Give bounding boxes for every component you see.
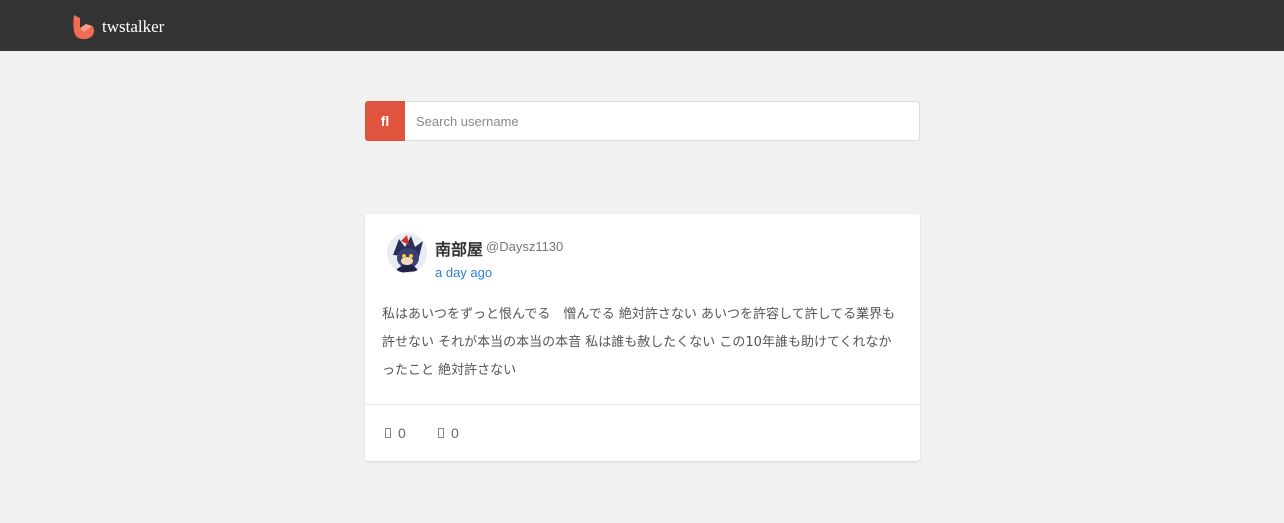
search-input[interactable] [405, 101, 920, 141]
search-bar: fl [365, 101, 920, 141]
display-name[interactable]: 南部屋 [435, 236, 483, 260]
retweet-stat[interactable]: 0 [385, 425, 406, 441]
tweet-card: 南部屋 @Daysz1130 a day ago 私はあいつをずっと恨んでる 憎… [365, 214, 920, 461]
search-button[interactable]: fl [365, 101, 405, 141]
top-navbar: twstalker [0, 0, 1284, 51]
like-stat[interactable]: 0 [438, 425, 459, 441]
like-count: 0 [451, 425, 459, 441]
brand-link[interactable]: twstalker [72, 14, 164, 40]
retweet-count: 0 [398, 425, 406, 441]
avatar[interactable] [387, 233, 427, 273]
twstalker-logo-icon [72, 14, 96, 40]
card-divider [365, 404, 920, 405]
tweet-time-link[interactable]: a day ago [435, 265, 492, 280]
like-icon [438, 428, 444, 438]
user-handle[interactable]: @Daysz1130 [486, 239, 563, 254]
retweet-icon [385, 428, 391, 438]
tweet-text: 私はあいつをずっと恨んでる 憎んでる 絶対許さない あいつを許容して許してる業界… [382, 307, 896, 378]
brand-name: twstalker [102, 17, 165, 36]
